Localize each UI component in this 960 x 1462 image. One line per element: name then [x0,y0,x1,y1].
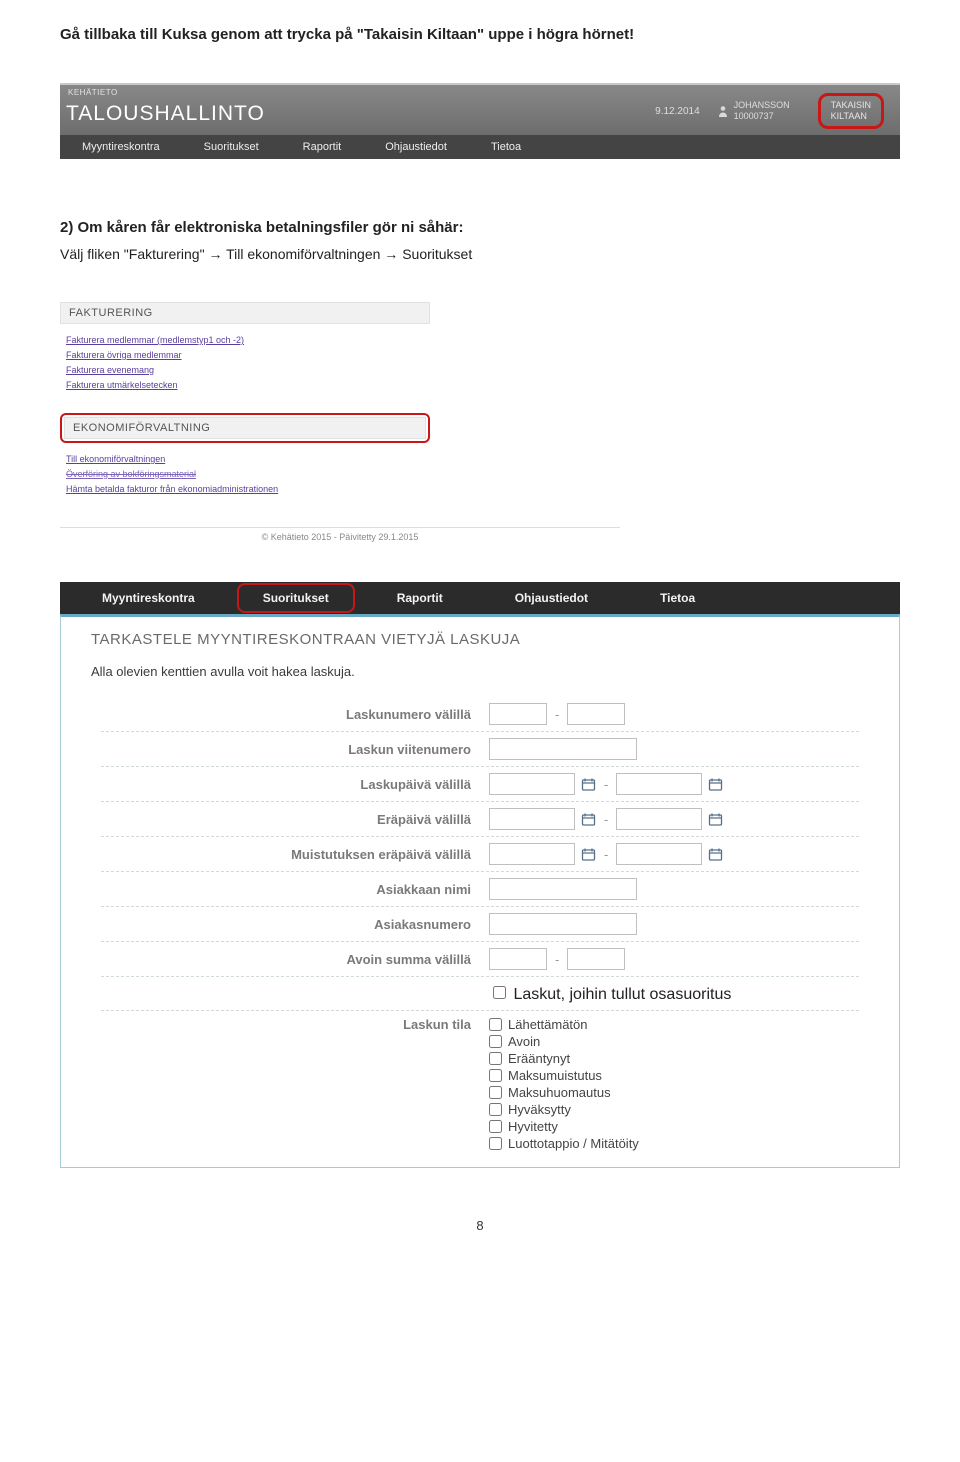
tila-option[interactable]: Hyvitetty [489,1119,639,1134]
nav-item[interactable]: Tietoa [624,582,731,614]
input-muistutus-from[interactable] [489,843,575,865]
tila-option[interactable]: Maksumuistutus [489,1068,639,1083]
fakturering-heading: FAKTURERING [60,302,430,324]
input-erapaiva-to[interactable] [616,808,702,830]
link-overforing[interactable]: Överföring av bokföringsmaterial [66,469,430,479]
dash-separator: - [602,777,610,792]
nav-item-active[interactable]: Suoritukset [237,583,355,613]
user-id: 10000737 [734,111,774,121]
checkbox-tila[interactable] [489,1018,502,1031]
input-avoinsumma-to[interactable] [567,948,625,970]
dash-separator: - [553,952,561,967]
back-to-kilta-button[interactable]: TAKAISIN KILTAAN [818,93,884,129]
nav-item[interactable]: Raportit [281,135,364,159]
calendar-icon[interactable] [581,812,596,827]
label-asiakasnumero: Asiakasnumero [101,917,489,932]
screenshot-search-form: Myyntireskontra Suoritukset Raportit Ohj… [60,582,900,1168]
input-muistutus-to[interactable] [616,843,702,865]
user-name: JOHANSSON [734,100,790,110]
link-fakturera-ovriga[interactable]: Fakturera övriga medlemmar [66,350,430,360]
form-subheading: Alla olevien kenttien avulla voit hakea … [61,654,899,697]
link-hamta-fakturor[interactable]: Hämta betalda fakturor från ekonomiadmin… [66,484,430,494]
tila-option[interactable]: Hyväksytty [489,1102,639,1117]
link-till-ekonomi[interactable]: Till ekonomiförvaltningen [66,454,430,464]
screenshot-taloushallinto-header: KEHÄTIETO TALOUSHALLINTO 9.12.2014 JOHAN… [60,83,900,159]
doc-instruction-line: Välj fliken "Fakturering" → Till ekonomi… [60,246,900,262]
app-title: TALOUSHALLINTO [66,102,265,126]
page-number: 8 [60,1218,900,1233]
input-erapaiva-from[interactable] [489,808,575,830]
input-laskupaiva-to[interactable] [616,773,702,795]
checkbox-tila[interactable] [489,1052,502,1065]
link-fakturera-utmarkelse[interactable]: Fakturera utmärkelsetecken [66,380,430,390]
checkbox-tila[interactable] [489,1103,502,1116]
checkbox-tila[interactable] [489,1137,502,1150]
breadcrumb: KEHÄTIETO [68,88,118,97]
doc-section-heading: 2) Om kåren får elektroniska betalningsf… [60,219,900,236]
calendar-icon[interactable] [708,812,723,827]
checkbox-osasuoritus[interactable] [493,986,506,999]
label-laskupaiva: Laskupäivä välillä [101,777,489,792]
header-date: 9.12.2014 [655,106,700,117]
label-laskunumero: Laskunumero välillä [101,707,489,722]
dash-separator: - [602,847,610,862]
nav-item[interactable]: Myyntireskontra [60,135,182,159]
nav-item[interactable]: Suoritukset [182,135,281,159]
tila-options: Lähettämätön Avoin Erääntynyt Maksumuist… [489,1017,639,1151]
ekonomi-heading: EKONOMIFÖRVALTNING [64,417,426,439]
input-laskupaiva-from[interactable] [489,773,575,795]
calendar-icon[interactable] [581,777,596,792]
label-muistutus: Muistutuksen eräpäivä välillä [101,847,489,862]
calendar-icon[interactable] [581,847,596,862]
checkbox-osasuoritus-label: Laskut, joihin tullut osasuoritus [513,986,731,1003]
checkbox-tila[interactable] [489,1069,502,1082]
doc-intro-line: Gå tillbaka till Kuksa genom att trycka … [60,26,900,43]
dash-separator: - [602,812,610,827]
ekonomi-links: Till ekonomiförvaltningen Överföring av … [60,443,430,513]
label-laskuntila: Laskun tila [101,1017,489,1032]
input-avoinsumma-from[interactable] [489,948,547,970]
link-fakturera-medlemmar[interactable]: Fakturera medlemmar (medlemstyp1 och -2) [66,335,430,345]
nav-item[interactable]: Ohjaustiedot [479,582,624,614]
tila-option[interactable]: Erääntynyt [489,1051,639,1066]
input-asiakasnimi[interactable] [489,878,637,900]
tila-option[interactable]: Maksuhuomautus [489,1085,639,1100]
ekonomiforvaltning-highlight: EKONOMIFÖRVALTNING [60,413,430,443]
user-icon [718,105,728,117]
nav-menu: Myyntireskontra Suoritukset Raportit Ohj… [60,135,900,159]
checkbox-tila[interactable] [489,1120,502,1133]
panel-footer: © Kehätieto 2015 - Päivitetty 29.1.2015 [60,527,620,542]
calendar-icon[interactable] [708,847,723,862]
nav-item[interactable]: Ohjaustiedot [363,135,469,159]
input-laskunumero-from[interactable] [489,703,547,725]
calendar-icon[interactable] [708,777,723,792]
dash-separator: - [553,707,561,722]
nav-item[interactable]: Myyntireskontra [66,582,231,614]
label-viitenumero: Laskun viitenumero [101,742,489,757]
label-avoinsumma: Avoin summa välillä [101,952,489,967]
checkbox-tila[interactable] [489,1035,502,1048]
link-fakturera-evenemang[interactable]: Fakturera evenemang [66,365,430,375]
tila-option[interactable]: Lähettämätön [489,1017,639,1032]
nav-item[interactable]: Raportit [361,582,479,614]
nav-menu-dark: Myyntireskontra Suoritukset Raportit Ohj… [60,582,900,614]
fakturering-links: Fakturera medlemmar (medlemstyp1 och -2)… [60,324,430,409]
form-heading: TARKASTELE MYYNTIRESKONTRAAN VIETYJÄ LAS… [61,617,899,654]
label-asiakasnimi: Asiakkaan nimi [101,882,489,897]
checkbox-tila[interactable] [489,1086,502,1099]
label-erapaiva: Eräpäivä välillä [101,812,489,827]
input-laskunumero-to[interactable] [567,703,625,725]
tila-option[interactable]: Luottotappio / Mitätöity [489,1136,639,1151]
nav-item[interactable]: Tietoa [469,135,543,159]
input-viitenumero[interactable] [489,738,637,760]
checkbox-osasuoritus-wrap[interactable]: Laskut, joihin tullut osasuoritus [489,983,731,1004]
tila-option[interactable]: Avoin [489,1034,639,1049]
screenshot-fakturering-panel: FAKTURERING Fakturera medlemmar (medlems… [60,302,430,542]
header-user[interactable]: JOHANSSON 10000737 [718,100,790,122]
input-asiakasnumero[interactable] [489,913,637,935]
